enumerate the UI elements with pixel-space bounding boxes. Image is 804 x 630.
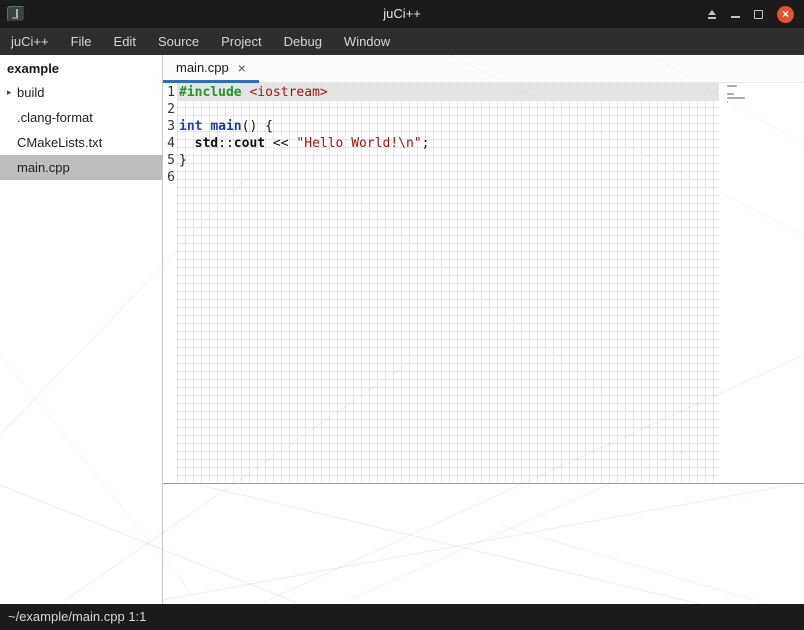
line-number: 1	[163, 84, 175, 101]
tab-label: main.cpp	[176, 60, 229, 75]
code-line[interactable]: int main() {	[177, 118, 719, 135]
menu-item-source[interactable]: Source	[147, 28, 210, 55]
file-tree: ▸build .clang-format CMakeLists.txt main.cp…	[0, 80, 162, 180]
file-label: main.cpp	[17, 160, 70, 175]
line-number: 4	[163, 135, 175, 152]
file-tree-item-cmakelists-txt[interactable]: CMakeLists.txt	[0, 130, 162, 155]
source-map[interactable]	[719, 83, 804, 483]
source-map-gap	[727, 89, 804, 93]
code-segment: #include	[179, 85, 242, 100]
code-segment: }	[179, 153, 187, 168]
gutter: 123456	[163, 83, 177, 483]
file-tree-item-build[interactable]: ▸build	[0, 80, 162, 105]
line-number: 6	[163, 169, 175, 186]
code-segment: std	[195, 136, 218, 151]
window-title: juCi++	[0, 0, 804, 28]
minimize-button[interactable]	[731, 11, 740, 18]
code-line[interactable]: }	[177, 152, 719, 169]
status-file-position: ~/example/main.cpp 1:1	[0, 604, 804, 630]
source-map-line	[727, 85, 737, 87]
line-number: 2	[163, 101, 175, 118]
source-map-gap	[727, 105, 804, 109]
code-segment: <iostream>	[249, 85, 327, 100]
window-controls: ×	[707, 0, 794, 28]
title-bar: juCi++ ×	[0, 0, 804, 28]
keep-above-button[interactable]	[707, 10, 717, 19]
code-segment: <<	[265, 136, 296, 151]
source-map-line	[727, 97, 745, 99]
project-root-label[interactable]: example	[0, 55, 162, 80]
right-pane: main.cpp × 123456 #include <iostream>int…	[163, 55, 804, 604]
file-tree-item--clang-format[interactable]: .clang-format	[0, 105, 162, 130]
code-segment	[179, 136, 195, 151]
code-segment: () {	[242, 119, 273, 134]
menu-item-file[interactable]: File	[60, 28, 103, 55]
line-number: 3	[163, 118, 175, 135]
code-line[interactable]	[177, 169, 719, 186]
code-lines[interactable]: #include <iostream>int main() { std::cou…	[177, 83, 719, 483]
source-map-line	[727, 101, 728, 103]
terminal-panel[interactable]	[163, 484, 804, 604]
maximize-icon	[754, 10, 763, 19]
editor[interactable]: 123456 #include <iostream>int main() { s…	[163, 83, 804, 483]
tab-main-cpp[interactable]: main.cpp ×	[163, 55, 259, 83]
expander-icon[interactable]: ▸	[0, 87, 17, 98]
file-label: CMakeLists.txt	[17, 135, 102, 150]
code-segment: int	[179, 119, 202, 134]
code-segment: ;	[422, 136, 430, 151]
line-number: 5	[163, 152, 175, 169]
source-map-line	[727, 93, 734, 95]
file-label: build	[17, 85, 44, 100]
maximize-button[interactable]	[754, 10, 763, 19]
menu-item-edit[interactable]: Edit	[103, 28, 147, 55]
code-line[interactable]	[177, 101, 719, 118]
menu-item-juci-[interactable]: juCi++	[0, 28, 60, 55]
tab-close-icon[interactable]: ×	[238, 61, 246, 75]
menu-item-debug[interactable]: Debug	[273, 28, 333, 55]
file-tree-item-main-cpp[interactable]: main.cpp	[0, 155, 162, 180]
menu-item-project[interactable]: Project	[210, 28, 272, 55]
eject-icon	[707, 10, 717, 19]
menu-item-window[interactable]: Window	[333, 28, 401, 55]
file-label: .clang-format	[17, 110, 93, 125]
status-bar: ~/example/main.cpp 1:1	[0, 604, 804, 630]
code-segment: main	[210, 119, 241, 134]
sidebar: example ▸build .clang-format CMakeLists.tx…	[0, 55, 163, 604]
tab-bar: main.cpp ×	[163, 55, 804, 83]
menubar: juCi++FileEditSourceProjectDebugWindow	[0, 28, 804, 55]
code-segment: ::	[218, 136, 234, 151]
code-segment: cout	[234, 136, 265, 151]
code-line[interactable]: std::cout << "Hello World!\n";	[177, 135, 719, 152]
minimize-icon	[731, 16, 740, 18]
code-segment: "Hello World!\n"	[296, 136, 421, 151]
juci-window: juCi++ × juCi++FileEditSourceProjectDebu…	[0, 0, 804, 630]
close-button[interactable]: ×	[777, 6, 794, 23]
code-line[interactable]: #include <iostream>	[177, 84, 719, 101]
